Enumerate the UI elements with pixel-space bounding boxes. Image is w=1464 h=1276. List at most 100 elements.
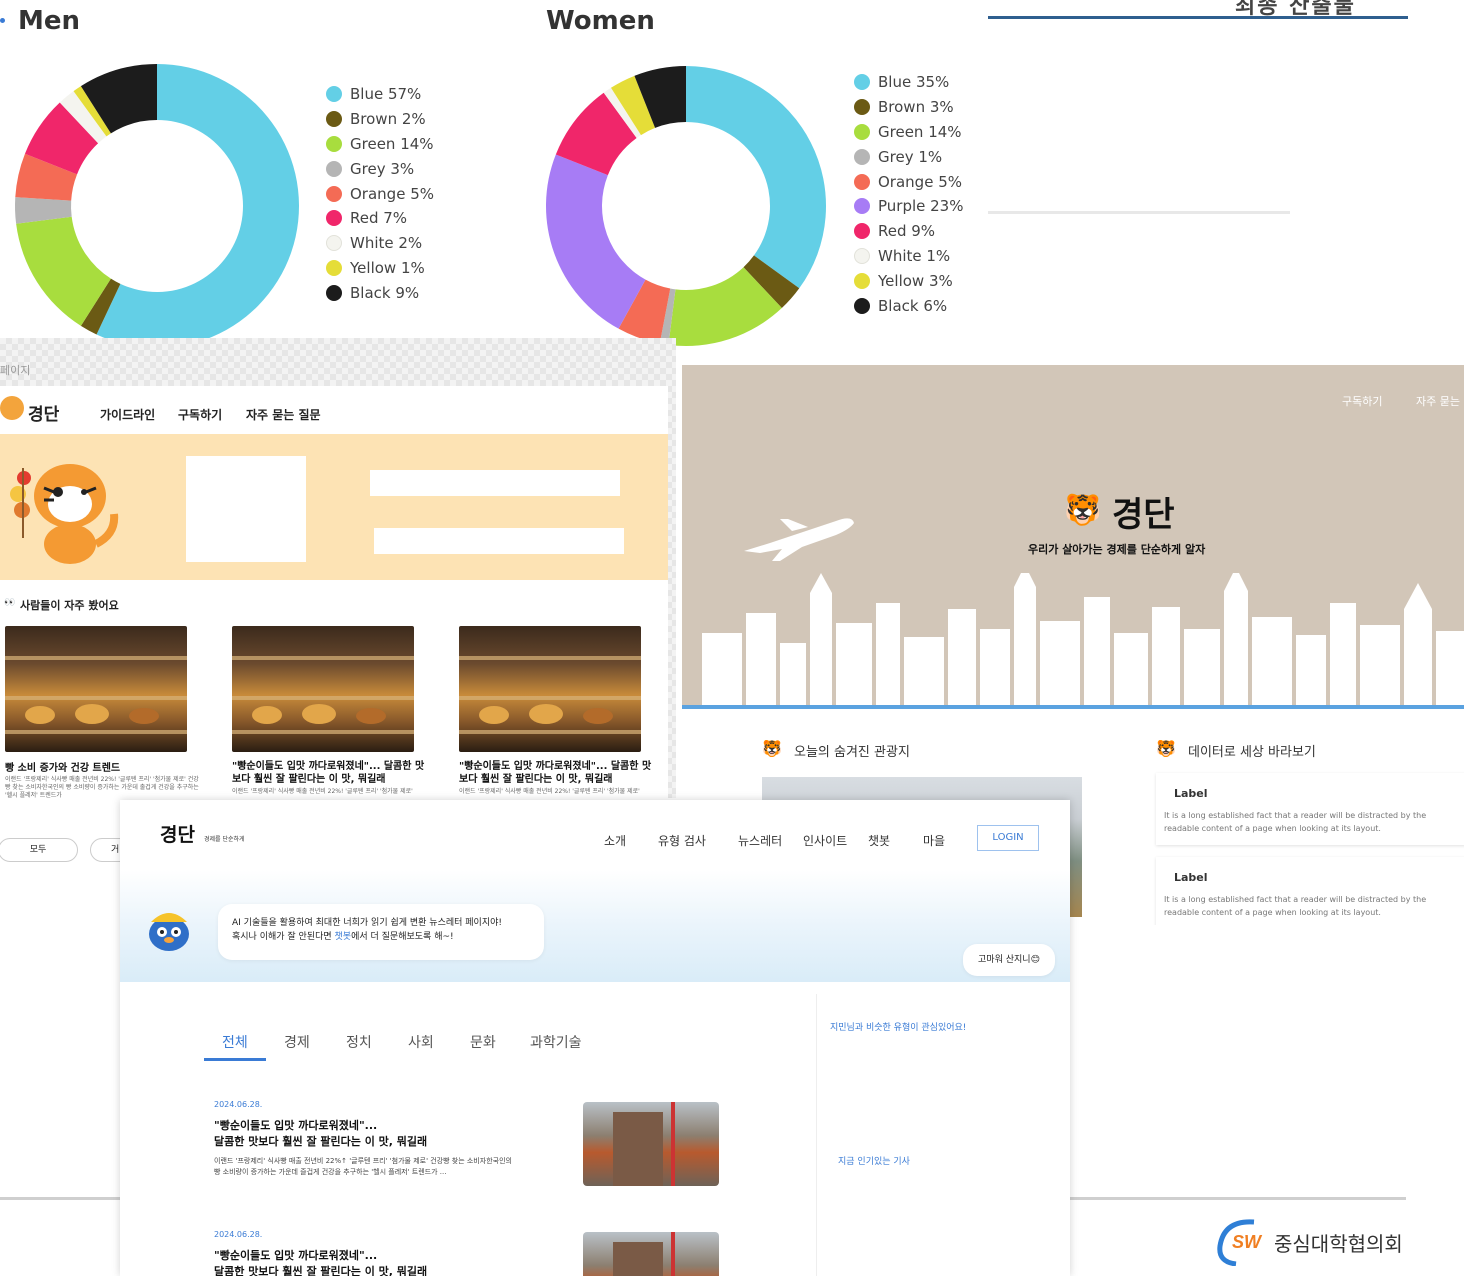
sidebar-divider bbox=[816, 994, 817, 1276]
nav-village[interactable]: 마을 bbox=[923, 832, 945, 849]
women-legend-item-0: Blue 35% bbox=[854, 70, 963, 95]
label-card-1[interactable]: Label It is a long established fact that… bbox=[1156, 773, 1464, 845]
nav-intro[interactable]: 소개 bbox=[604, 832, 626, 849]
women-legend-label-9: Black 6% bbox=[878, 296, 948, 315]
tab-politics[interactable]: 정치 bbox=[346, 1032, 372, 1052]
men-legend-dot-7 bbox=[326, 259, 342, 276]
news-2-title-1: "빵순이들도 입맛 까다로워졌네"... bbox=[214, 1249, 378, 1262]
tab-economy[interactable]: 경제 bbox=[284, 1032, 310, 1052]
bubble-line-2-pre: 혹시나 이해가 잘 안된다면 bbox=[232, 932, 335, 942]
right-nav-subscribe[interactable]: 구독하기 bbox=[1342, 393, 1382, 409]
sw-logo-mark: SW bbox=[1232, 1232, 1263, 1252]
hero-white-bar-2 bbox=[374, 528, 624, 554]
women-legend-item-7: White 1% bbox=[854, 244, 963, 269]
left-logo-text: 경단 bbox=[28, 405, 60, 425]
men-legend: Blue 57% Brown 2% Green 14% Grey 3% Orange 5… bbox=[326, 82, 434, 305]
women-legend-label-6: Red 9% bbox=[878, 222, 936, 241]
women-legend-item-3: Grey 1% bbox=[854, 144, 963, 169]
women-legend-item-8: Yellow 3% bbox=[854, 268, 963, 293]
tab-all-news[interactable]: 전체 bbox=[222, 1032, 248, 1052]
tab-society[interactable]: 사회 bbox=[408, 1032, 434, 1052]
women-legend-dot-6 bbox=[854, 223, 870, 240]
men-legend-dot-4 bbox=[326, 185, 342, 202]
men-legend-dot-6 bbox=[326, 235, 342, 252]
label-card-1-label: Label bbox=[1174, 787, 1208, 800]
mascot-avatar bbox=[146, 904, 192, 952]
women-legend-label-0: Blue 35% bbox=[878, 73, 950, 92]
nav-newsletter[interactable]: 뉴스레터 bbox=[738, 832, 782, 849]
men-legend-item-4: Orange 5% bbox=[326, 181, 434, 206]
men-legend-dot-2 bbox=[326, 135, 342, 152]
card-3-title: "빵순이들도 입맛 까다로워졌네"... 달콤한 맛보다 훨씬 잘 팔린다는 이… bbox=[459, 761, 652, 785]
page-label: 페이지 bbox=[0, 364, 31, 377]
women-chart-title: Women bbox=[546, 6, 655, 36]
card-2[interactable]: "빵순이들도 입맛 까다로워졌네"... 달콤한 맛보다 훨씬 잘 팔린다는 이… bbox=[232, 626, 428, 798]
popular-articles-link[interactable]: 지금 인기있는 기사 bbox=[838, 1154, 910, 1167]
login-button[interactable]: LOGIN bbox=[977, 825, 1039, 851]
sw-org-name: 중심대학협의회 bbox=[1274, 1232, 1403, 1256]
left-header: 경단 가이드라인 구독하기 자주 묻는 질문 bbox=[0, 386, 668, 434]
women-legend-dot-9 bbox=[854, 297, 870, 314]
nav-type-test[interactable]: 유형 검사 bbox=[658, 832, 706, 849]
men-legend-item-1: Brown 2% bbox=[326, 107, 434, 132]
women-chart-section: Women Blue 35% Brown 3% Green 14% Grey 1% Or… bbox=[540, 0, 980, 350]
men-legend-item-6: White 2% bbox=[326, 231, 434, 256]
chatbot-link[interactable]: 챗봇 bbox=[335, 932, 352, 942]
card-3-desc: 이랜드 '프랑제리' 식사빵 매출 전년비 22%! '글루텐 프리' '첨가물… bbox=[459, 788, 640, 795]
sw-logo-icon: SW bbox=[1214, 1218, 1270, 1267]
label-card-2-text: It is a long established fact that a rea… bbox=[1164, 895, 1427, 917]
nav-faq[interactable]: 자주 묻는 질문 bbox=[246, 406, 321, 423]
tiger-small-icon-1: 🐯 bbox=[762, 739, 782, 758]
tab-culture[interactable]: 문화 bbox=[470, 1032, 496, 1052]
men-legend-label-4: Orange 5% bbox=[350, 184, 434, 203]
nav-guideline[interactable]: 가이드라인 bbox=[100, 406, 155, 423]
similar-type-link[interactable]: 지민님과 비슷한 유형이 관심있어요! bbox=[830, 1020, 966, 1033]
nav-subscribe[interactable]: 구독하기 bbox=[178, 406, 222, 423]
women-legend: Blue 35% Brown 3% Green 14% Grey 1% Orange 5… bbox=[854, 70, 963, 318]
news-2-thumbnail[interactable] bbox=[583, 1232, 719, 1276]
men-legend-item-0: Blue 57% bbox=[326, 82, 434, 107]
women-donut-chart bbox=[546, 66, 826, 346]
women-legend-label-8: Yellow 3% bbox=[878, 271, 953, 290]
right-nav-faq[interactable]: 자주 묻는 bbox=[1416, 393, 1460, 409]
card-2-title: "빵순이들도 입맛 까다로워졌네"... 달콤한 맛보다 훨씬 잘 팔린다는 이… bbox=[232, 761, 425, 785]
bottom-logo-text[interactable]: 경단 bbox=[160, 820, 195, 847]
women-legend-label-4: Orange 5% bbox=[878, 172, 962, 191]
card-3[interactable]: "빵순이들도 입맛 까다로워졌네"... 달콤한 맛보다 훨씬 잘 팔린다는 이… bbox=[459, 626, 655, 798]
women-slice-0 bbox=[686, 66, 826, 289]
news-1-desc-2: 빵 소비량이 증가하는 가운데 즐겁게 건강을 추구하는 '헬시 플레저' 트렌… bbox=[214, 1168, 447, 1176]
news-1-thumbnail[interactable] bbox=[583, 1102, 719, 1186]
label-card-2[interactable]: Label It is a long established fact that… bbox=[1156, 857, 1464, 925]
men-legend-dot-0 bbox=[326, 86, 342, 103]
tiger-face-icon: 🐯 bbox=[1064, 493, 1102, 528]
right-hero: 구독하기 자주 묻는 🐯 경단 우리가 살아가는 경제를 단순하게 알자 bbox=[682, 365, 1464, 709]
news-1-desc-1: 이랜드 '프랑제리' 식사빵 매출 전년비 22%↑ '글루텐 프리' '첨가물… bbox=[214, 1157, 512, 1165]
card-1-title: 빵 소비 증가와 건강 트렌드 bbox=[5, 763, 121, 774]
men-legend-label-2: Green 14% bbox=[350, 134, 434, 153]
women-legend-dot-2 bbox=[854, 123, 870, 140]
nav-insight[interactable]: 인사이트 bbox=[803, 832, 847, 849]
right-tagline: 우리가 살아가는 경제를 단순하게 알자 bbox=[1028, 543, 1206, 556]
men-chart-title: Men bbox=[18, 6, 81, 36]
intro-speech-bubble: AI 기술들을 활용하여 최대한 너희가 읽기 쉽게 변환 뉴스레터 페이지야!… bbox=[218, 904, 544, 960]
left-mockup: 페이지 경단 가이드라인 구독하기 자주 묻는 질문 👀 사람들이 자주 봤어요 bbox=[0, 338, 676, 798]
top-right-panel: 최종 산출물 bbox=[985, 0, 1410, 230]
card-2-image bbox=[232, 626, 414, 752]
right-logo-text: 경단 bbox=[1112, 495, 1175, 535]
popular-section-title: 사람들이 자주 봤어요 bbox=[20, 599, 119, 612]
bubble-line-2: 혹시나 이해가 잘 안된다면 챗봇에서 더 질문해보도록 해~! bbox=[232, 930, 530, 944]
news-2-title-2: 달콤한 맛보다 훨씬 잘 팔린다는 이 맛, 뭐길래 bbox=[214, 1265, 428, 1276]
nav-chatbot[interactable]: 챗봇 bbox=[868, 832, 890, 849]
thanks-button[interactable]: 고마워 산지니😊 bbox=[963, 944, 1055, 976]
bubble-line-1: AI 기술들을 활용하여 최대한 너희가 읽기 쉽게 변환 뉴스레터 페이지야! bbox=[232, 918, 503, 928]
tab-science[interactable]: 과학기술 bbox=[530, 1032, 582, 1052]
men-legend-label-1: Brown 2% bbox=[350, 110, 426, 129]
men-legend-dot-8 bbox=[326, 284, 342, 301]
tiger-mascot-icon bbox=[4, 448, 120, 568]
men-chart-section: Men Blue 57% Brown 2% Green 14% Grey 3% Oran… bbox=[0, 0, 540, 342]
women-legend-item-1: Brown 3% bbox=[854, 95, 963, 120]
men-legend-label-5: Red 7% bbox=[350, 209, 408, 228]
tab-all[interactable]: 모두 bbox=[0, 838, 78, 862]
card-1[interactable]: 빵 소비 증가와 건강 트렌드 이랜드 '프랑제리' 식사빵 매출 전년비 22… bbox=[5, 626, 199, 798]
women-legend-item-4: Orange 5% bbox=[854, 169, 963, 194]
